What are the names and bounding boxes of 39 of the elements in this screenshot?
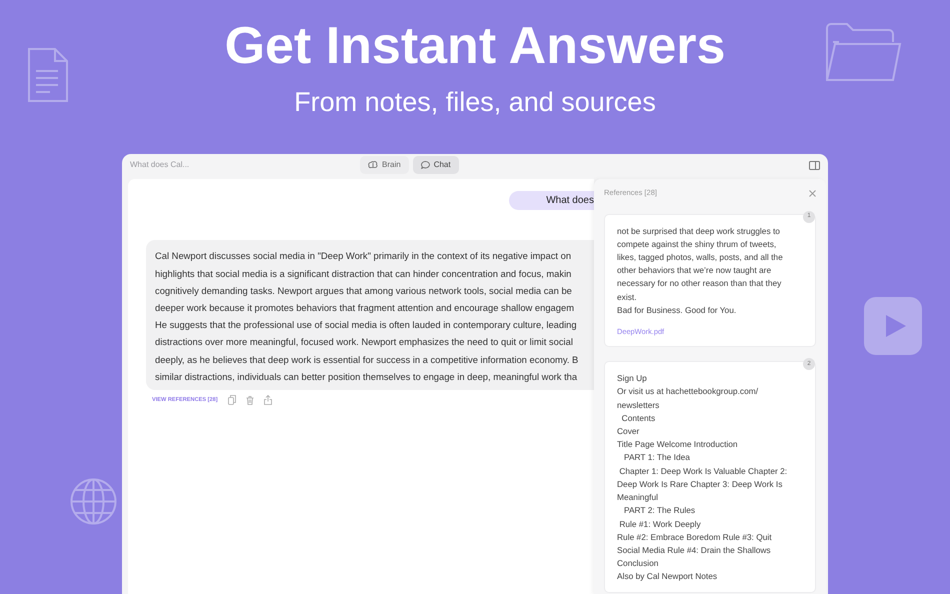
hero-subtitle: From notes, files, and sources bbox=[294, 86, 656, 118]
sidebar-toggle-icon[interactable] bbox=[809, 160, 820, 170]
reference-text: Also by Cal Newport Notes bbox=[617, 570, 718, 584]
reference-text: Cover bbox=[617, 425, 640, 438]
video-play-icon bbox=[864, 297, 922, 355]
reference-text: Or visit us at hachettebookgroup.com/ newsletters bbox=[617, 385, 760, 412]
brain-icon bbox=[368, 161, 378, 170]
trash-icon[interactable] bbox=[246, 396, 254, 405]
answer-text-line: Cal Newport discusses social media in "Deep Work" primarily in the context of its negative impact on bbox=[155, 249, 572, 264]
reference-text: PART 1: The Idea bbox=[622, 451, 691, 464]
reference-text: Conclusion bbox=[617, 557, 660, 570]
tab[interactable]: Brain bbox=[360, 156, 409, 174]
window-title: What does Cal... bbox=[130, 159, 190, 172]
reference-text: not be surprised that deep work struggles to compete against the shiny thrum of tweets, likes, tagged photos, walls, posts, and all the other behaviors that we’re now taught are necessary for no other reason than that they exist. bbox=[617, 224, 784, 304]
copy-icon[interactable] bbox=[228, 395, 236, 406]
reference-text: Title Page Welcome Introduction bbox=[617, 438, 739, 452]
reference-text: Rule #1: Work Deeply bbox=[618, 518, 702, 531]
document-icon bbox=[27, 47, 71, 105]
answer-text-line: He suggests that the professional use of social media is often lauded in contemporary culture, leading bbox=[155, 318, 578, 332]
answer-text-line: distractions over more meaningful, focused work. Newport emphasizes the need to quit or limit social bbox=[155, 335, 574, 350]
reference-text: PART 2: The Rules bbox=[622, 504, 696, 518]
share-icon[interactable] bbox=[264, 395, 272, 406]
answer-text-line: cognitively demanding tasks. Newport argues that among various network tools, social media can be bbox=[155, 284, 573, 298]
hero-title: Get Instant Answers bbox=[224, 20, 726, 72]
reference-text: Chapter 1: Deep Work Is Valuable Chapter 2: Deep Work Is Rare Chapter 3: Deep Work Is Meaningful bbox=[617, 464, 788, 504]
reference-text: Rule #2: Embrace Boredom Rule #3: Quit Social Media Rule #4: Drain the Shallows bbox=[617, 530, 773, 557]
reference-text: Bad for Business. Good for You. bbox=[617, 304, 738, 317]
answer-text-line: deeply, as he believes that deep work is essential for success in a competitive information economy. B bbox=[155, 352, 580, 367]
answer-text-line: similar distractions, individuals can better position themselves to engage in deep, meaningful work tha bbox=[155, 370, 578, 384]
close-icon[interactable] bbox=[809, 190, 816, 197]
speech-bubble-icon bbox=[420, 161, 430, 170]
folder-icon bbox=[825, 22, 902, 84]
reference-text: Contents bbox=[620, 412, 656, 425]
answer-text-line: highlights that social media is a significant distraction that can hinder concentration and focus, makin bbox=[155, 266, 572, 281]
tab[interactable]: Chat bbox=[412, 156, 459, 174]
reference-text: Sign Up bbox=[617, 372, 648, 386]
answer-text-line: deeper work because it promotes behaviors that fragment attention and encourage shallow engagem bbox=[155, 301, 576, 315]
question-bubble: What does bbox=[509, 191, 594, 210]
globe-icon bbox=[70, 478, 117, 525]
